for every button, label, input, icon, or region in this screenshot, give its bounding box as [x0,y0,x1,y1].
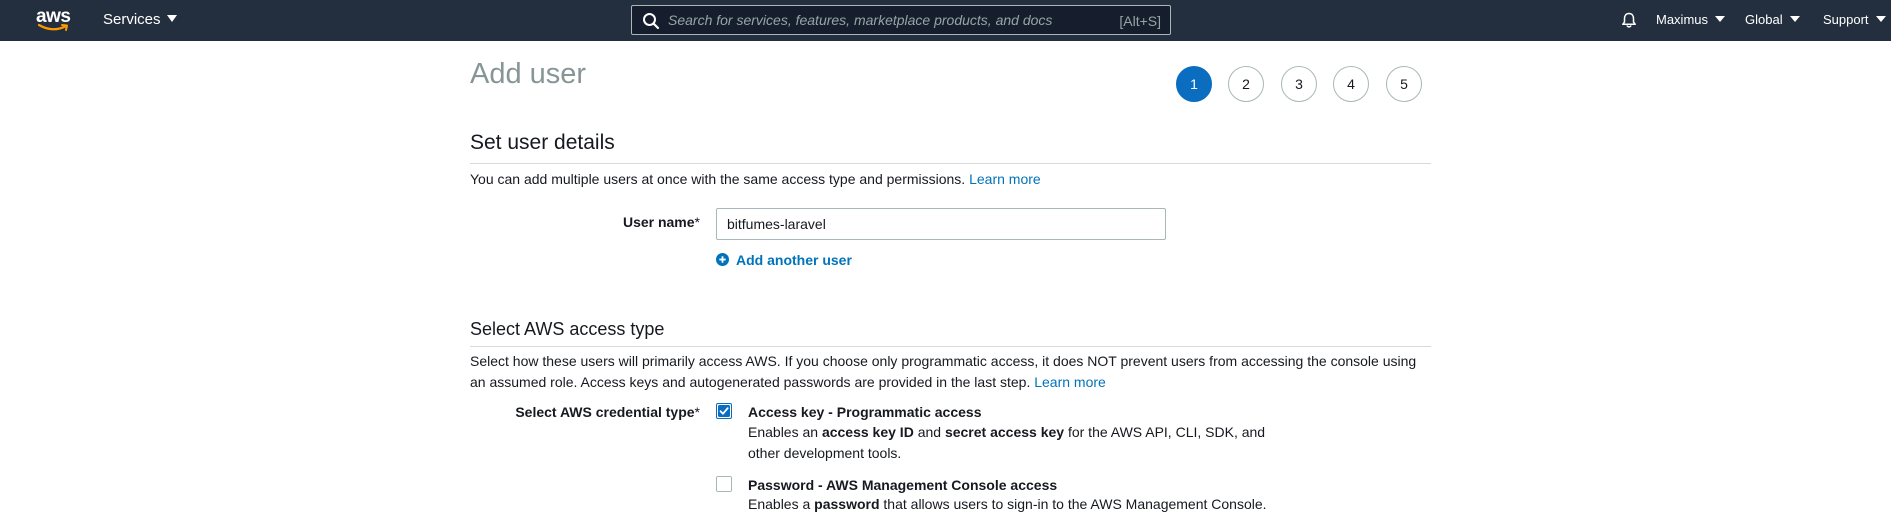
add-another-user-button[interactable]: Add another user [716,252,852,268]
learn-more-link[interactable]: Learn more [1034,374,1106,390]
services-label: Services [103,11,161,28]
required-mark: * [694,214,700,230]
access-key-option-description: Enables an access key ID and secret acce… [748,422,1288,464]
add-another-user-label: Add another user [736,252,852,268]
search-box[interactable]: [Alt+S] [631,5,1171,35]
region-label: Global [1745,12,1783,27]
support-menu-button[interactable]: Support [1823,12,1886,27]
wizard-step-5[interactable]: 5 [1386,66,1422,102]
services-menu-button[interactable]: Services [103,11,177,28]
desc-emphasis: secret access key [944,424,1065,440]
learn-more-link[interactable]: Learn more [969,171,1041,187]
desc-emphasis: password [814,496,880,512]
section-divider [470,346,1431,347]
bell-icon[interactable] [1620,11,1638,29]
support-label: Support [1823,12,1869,27]
user-details-description-text: You can add multiple users at once with … [470,171,966,187]
required-mark: * [694,404,700,420]
account-menu-button[interactable]: Maximus [1656,12,1726,27]
access-type-description: Select how these users will primarily ac… [470,351,1430,393]
account-label: Maximus [1656,12,1709,27]
chevron-down-icon [1875,16,1886,22]
wizard-step-1[interactable]: 1 [1176,66,1212,102]
wizard-step-3[interactable]: 3 [1281,66,1317,102]
credential-type-label: Select AWS credential type* [470,404,700,420]
access-key-checkbox[interactable] [716,403,732,419]
console-password-option-title: Password - AWS Management Console access [748,477,1058,493]
search-icon [643,13,660,30]
chevron-down-icon [1789,16,1800,22]
page-title: Add user [470,58,587,90]
desc-emphasis: access key ID [821,424,914,440]
user-details-section-title: Set user details [470,131,615,154]
user-name-label-text: User name [622,214,695,230]
user-name-input[interactable] [716,208,1166,240]
desc-text: that allows users to sign-in to the AWS … [879,496,1267,512]
access-type-section-title: Select AWS access type [470,319,665,339]
desc-text: Enables a [748,496,815,512]
top-navigation-bar: aws Services [Alt+S] Maximus Global Supp… [0,0,1891,41]
section-divider [470,163,1431,164]
plus-circle-icon [716,253,729,266]
wizard-step-4[interactable]: 4 [1333,66,1369,102]
user-name-label: User name* [560,214,700,230]
checkmark-icon [718,405,730,417]
search-shortcut-hint: [Alt+S] [1119,13,1161,29]
region-menu-button[interactable]: Global [1745,12,1800,27]
user-details-description: You can add multiple users at once with … [470,169,1041,190]
desc-text: and [913,424,945,440]
wizard-step-2[interactable]: 2 [1228,66,1264,102]
chevron-down-icon [1715,16,1726,22]
credential-type-label-text: Select AWS credential type [515,404,695,420]
desc-text: Enables an [748,424,822,440]
access-key-option-title: Access key - Programmatic access [748,404,982,420]
aws-smile-icon [37,23,68,31]
chevron-down-icon [166,15,177,22]
search-input[interactable] [668,9,1088,31]
console-password-checkbox[interactable] [716,476,732,492]
console-password-option-description: Enables a password that allows users to … [748,494,1348,513]
access-type-description-text: Select how these users will primarily ac… [470,353,1417,390]
aws-logo[interactable]: aws [36,6,71,33]
